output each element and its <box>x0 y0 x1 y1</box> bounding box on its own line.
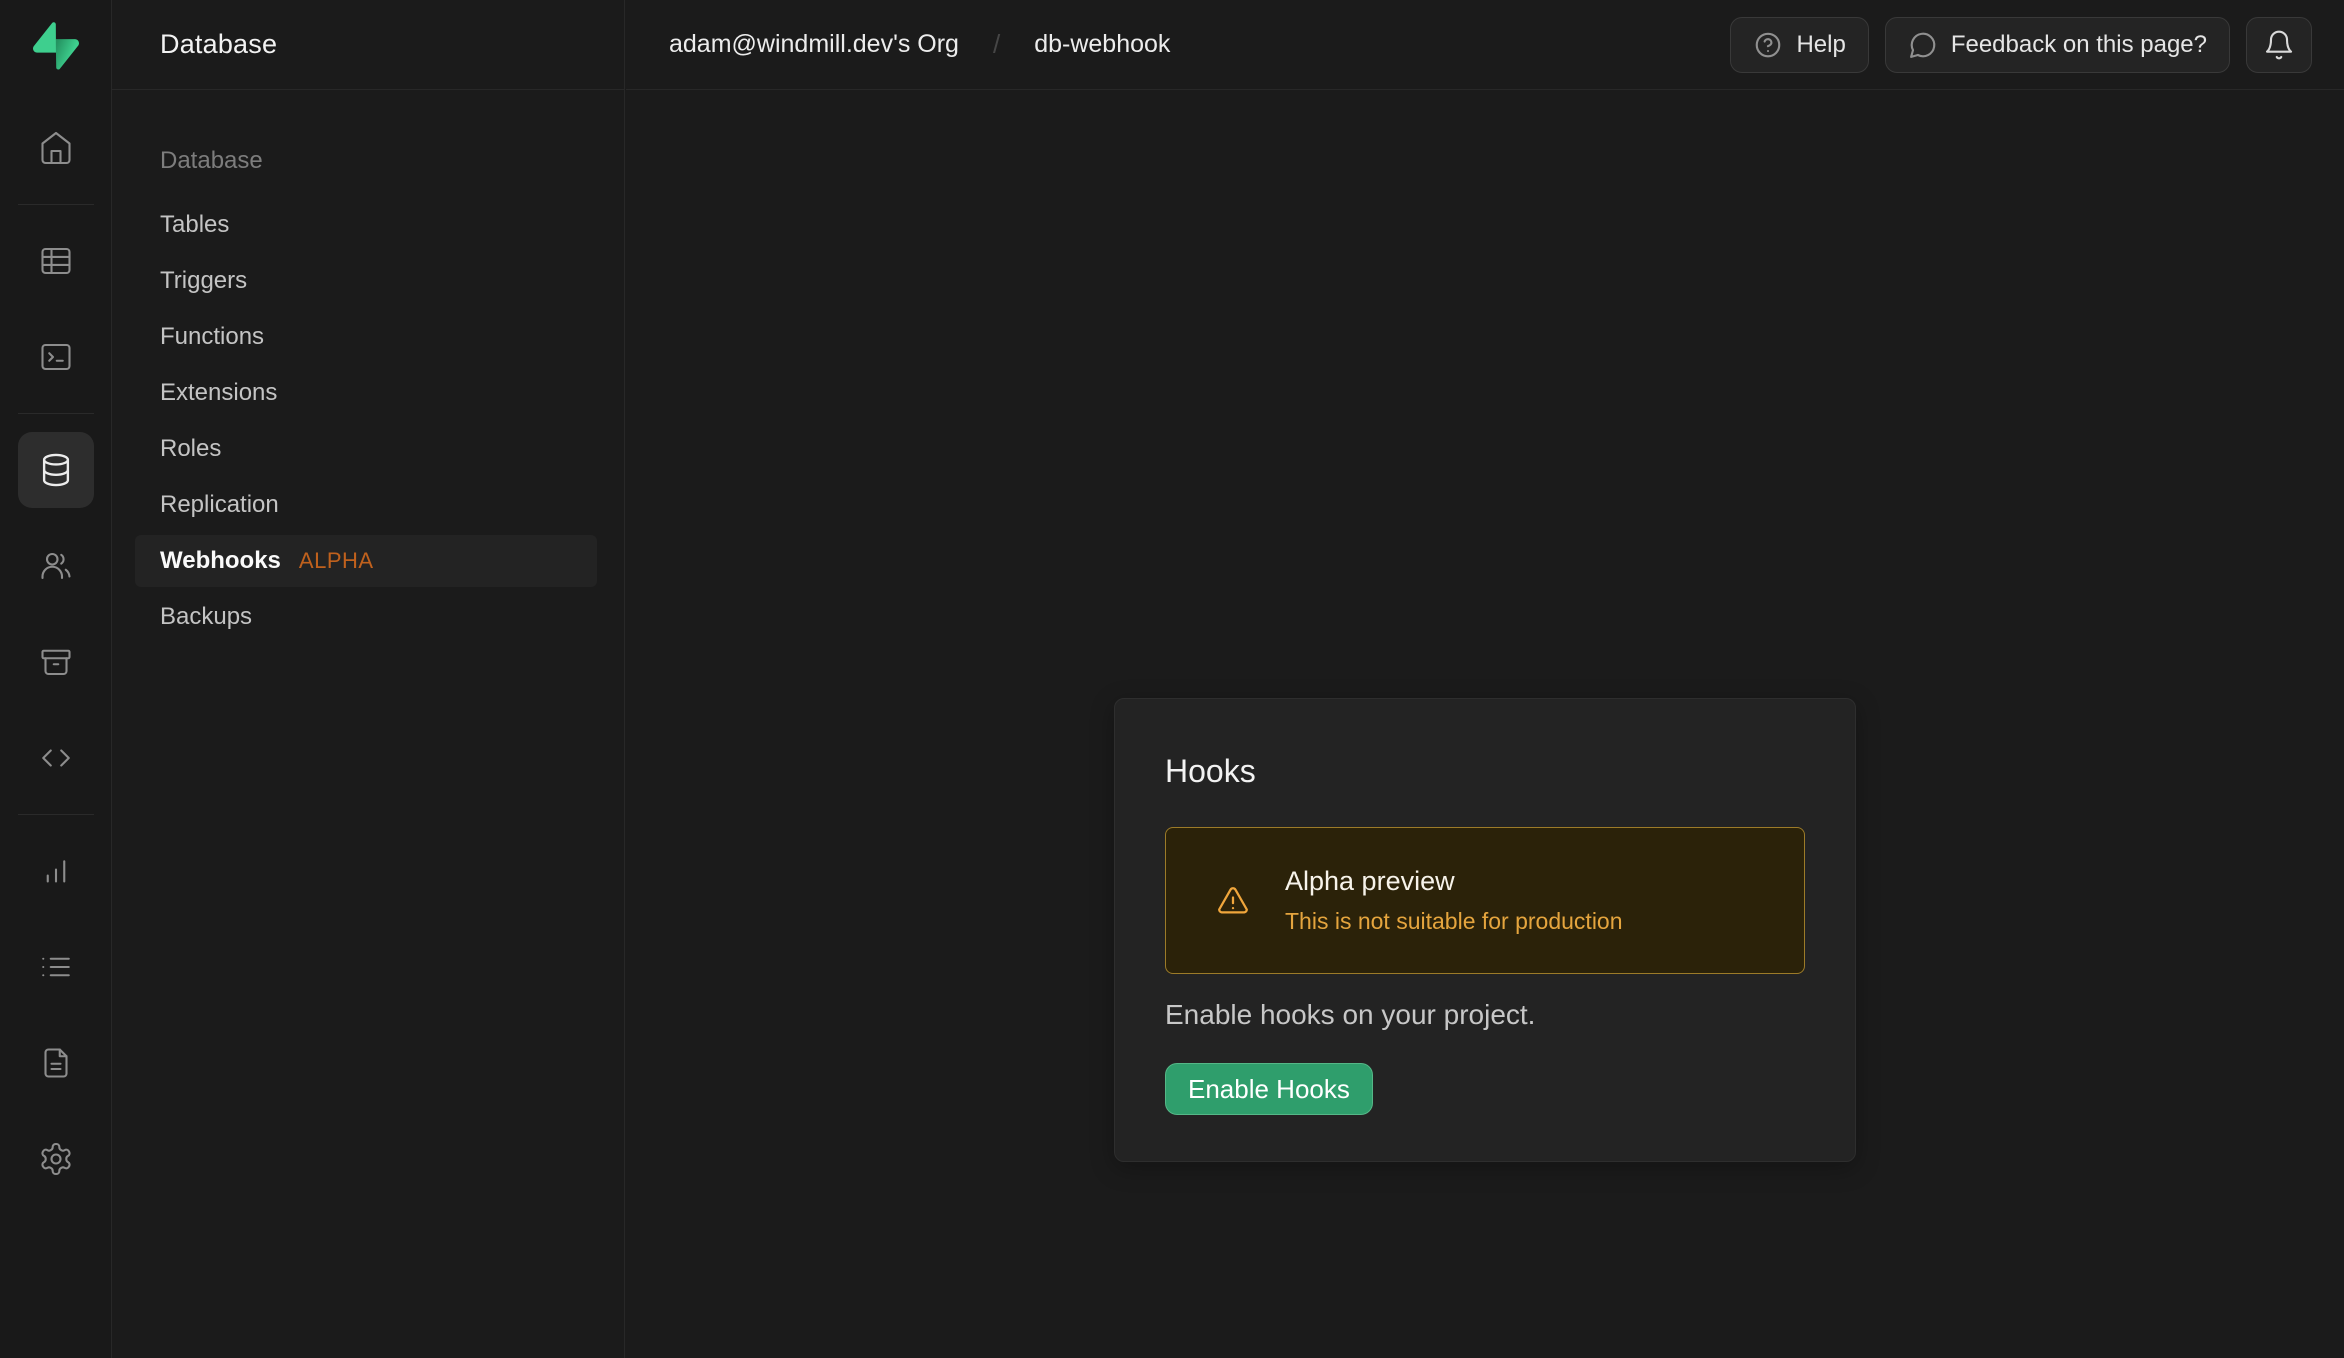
home-icon <box>18 110 94 186</box>
rail-item-api-docs[interactable] <box>0 1015 111 1111</box>
database-menu: Database Tables Triggers Functions Exten… <box>112 90 624 643</box>
breadcrumb-org[interactable]: adam@windmill.dev's Org <box>669 30 959 59</box>
enable-hooks-button[interactable]: Enable Hooks <box>1165 1063 1373 1115</box>
auth-users-icon <box>18 528 94 604</box>
notifications-button[interactable] <box>2246 17 2312 73</box>
sql-editor-icon <box>18 319 94 395</box>
rail-item-reports[interactable] <box>0 823 111 919</box>
logs-list-icon <box>18 929 94 1005</box>
alert-description: This is not suitable for production <box>1285 907 1623 936</box>
edge-functions-code-icon <box>18 720 94 796</box>
app-window: Database Database Tables Triggers Functi… <box>0 0 2344 1358</box>
sidebar-item-extensions[interactable]: Extensions <box>135 367 597 419</box>
rail-divider <box>0 196 111 213</box>
rail-item-storage[interactable] <box>0 614 111 710</box>
rail-divider <box>0 405 111 422</box>
sidebar-item-backups[interactable]: Backups <box>135 591 597 643</box>
page-title: Database <box>160 29 277 60</box>
database-sidebar: Database Database Tables Triggers Functi… <box>112 0 625 1358</box>
help-circle-icon <box>1753 30 1783 60</box>
rail-nav <box>0 100 111 1207</box>
rail-item-auth[interactable] <box>0 518 111 614</box>
storage-archive-icon <box>18 624 94 700</box>
sidebar-item-webhooks[interactable]: Webhooks ALPHA <box>135 535 597 587</box>
alpha-badge: ALPHA <box>299 548 374 574</box>
alert-text: Alpha preview This is not suitable for p… <box>1285 865 1623 936</box>
table-editor-icon <box>18 223 94 299</box>
breadcrumb-separator: / <box>993 29 1000 60</box>
rail-item-table-editor[interactable] <box>0 213 111 309</box>
rail-item-edge-functions[interactable] <box>0 710 111 806</box>
alpha-preview-alert: Alpha preview This is not suitable for p… <box>1165 827 1805 974</box>
rail-divider <box>0 806 111 823</box>
rail-item-logs[interactable] <box>0 919 111 1015</box>
reports-chart-icon <box>18 833 94 909</box>
sidebar-item-functions[interactable]: Functions <box>135 311 597 363</box>
header-actions: Help Feedback on this page? <box>1730 17 2312 73</box>
breadcrumb-project[interactable]: db-webhook <box>1034 30 1170 59</box>
hooks-description: Enable hooks on your project. <box>1165 997 1805 1033</box>
rail-item-database[interactable] <box>0 422 111 518</box>
breadcrumb: adam@windmill.dev's Org / db-webhook <box>669 29 1170 60</box>
warning-triangle-icon <box>1216 884 1250 918</box>
feedback-button[interactable]: Feedback on this page? <box>1885 17 2230 73</box>
sidebar-header: Database <box>112 0 624 90</box>
rail-item-home[interactable] <box>0 100 111 196</box>
supabase-logo-icon[interactable] <box>0 0 111 100</box>
top-header: adam@windmill.dev's Org / db-webhook Hel… <box>626 0 2344 90</box>
nav-rail <box>0 0 112 1358</box>
sidebar-item-replication[interactable]: Replication <box>135 479 597 531</box>
main-column: adam@windmill.dev's Org / db-webhook Hel… <box>626 0 2344 1358</box>
database-icon <box>18 432 94 508</box>
main-content: Hooks Alpha preview This is not suitable… <box>626 90 2344 1358</box>
rail-item-sql-editor[interactable] <box>0 309 111 405</box>
menu-section-heading: Database <box>160 147 624 175</box>
help-button[interactable]: Help <box>1730 17 1868 73</box>
sidebar-item-triggers[interactable]: Triggers <box>135 255 597 307</box>
sidebar-item-roles[interactable]: Roles <box>135 423 597 475</box>
hooks-card-title: Hooks <box>1165 751 1805 791</box>
sidebar-item-tables[interactable]: Tables <box>135 199 597 251</box>
rail-item-settings[interactable] <box>0 1111 111 1207</box>
bell-icon <box>2263 29 2295 61</box>
feedback-bubble-icon <box>1908 30 1938 60</box>
settings-gear-icon <box>18 1121 94 1197</box>
api-docs-file-icon <box>18 1025 94 1101</box>
hooks-card: Hooks Alpha preview This is not suitable… <box>1114 698 1856 1162</box>
alert-title: Alpha preview <box>1285 865 1623 898</box>
